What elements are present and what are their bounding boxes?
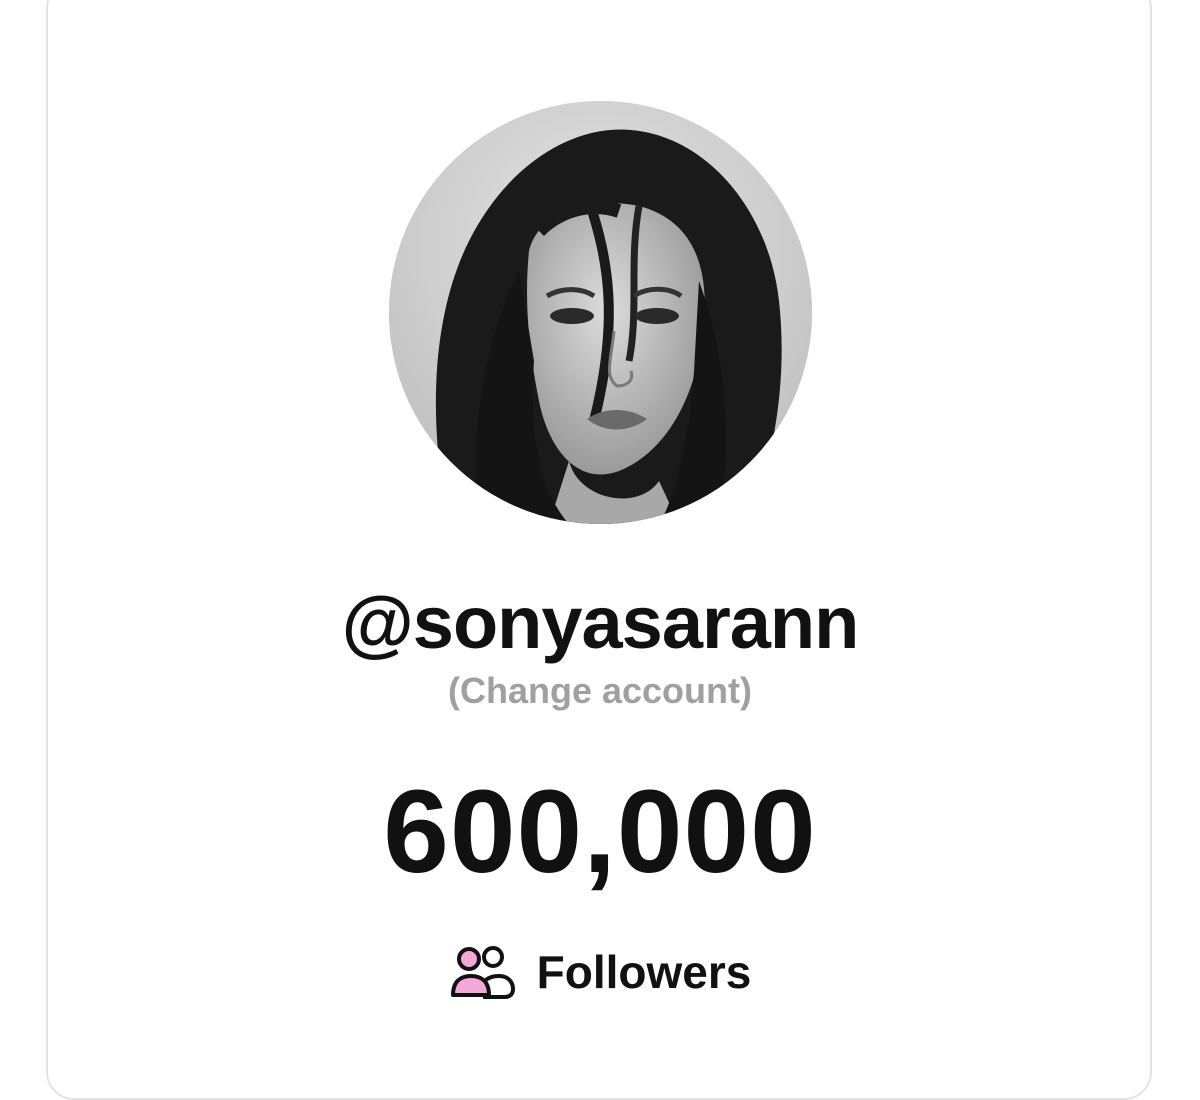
followers-label: Followers — [536, 946, 752, 998]
change-account-link[interactable]: (Change account) — [0, 668, 1200, 714]
followers-icon — [450, 946, 515, 999]
avatar-photo — [389, 101, 812, 524]
avatar — [389, 101, 812, 524]
followers-row: Followers — [0, 940, 1200, 1004]
follower-count: 600,000 — [383, 766, 817, 898]
username: @sonyasarann — [341, 581, 860, 664]
